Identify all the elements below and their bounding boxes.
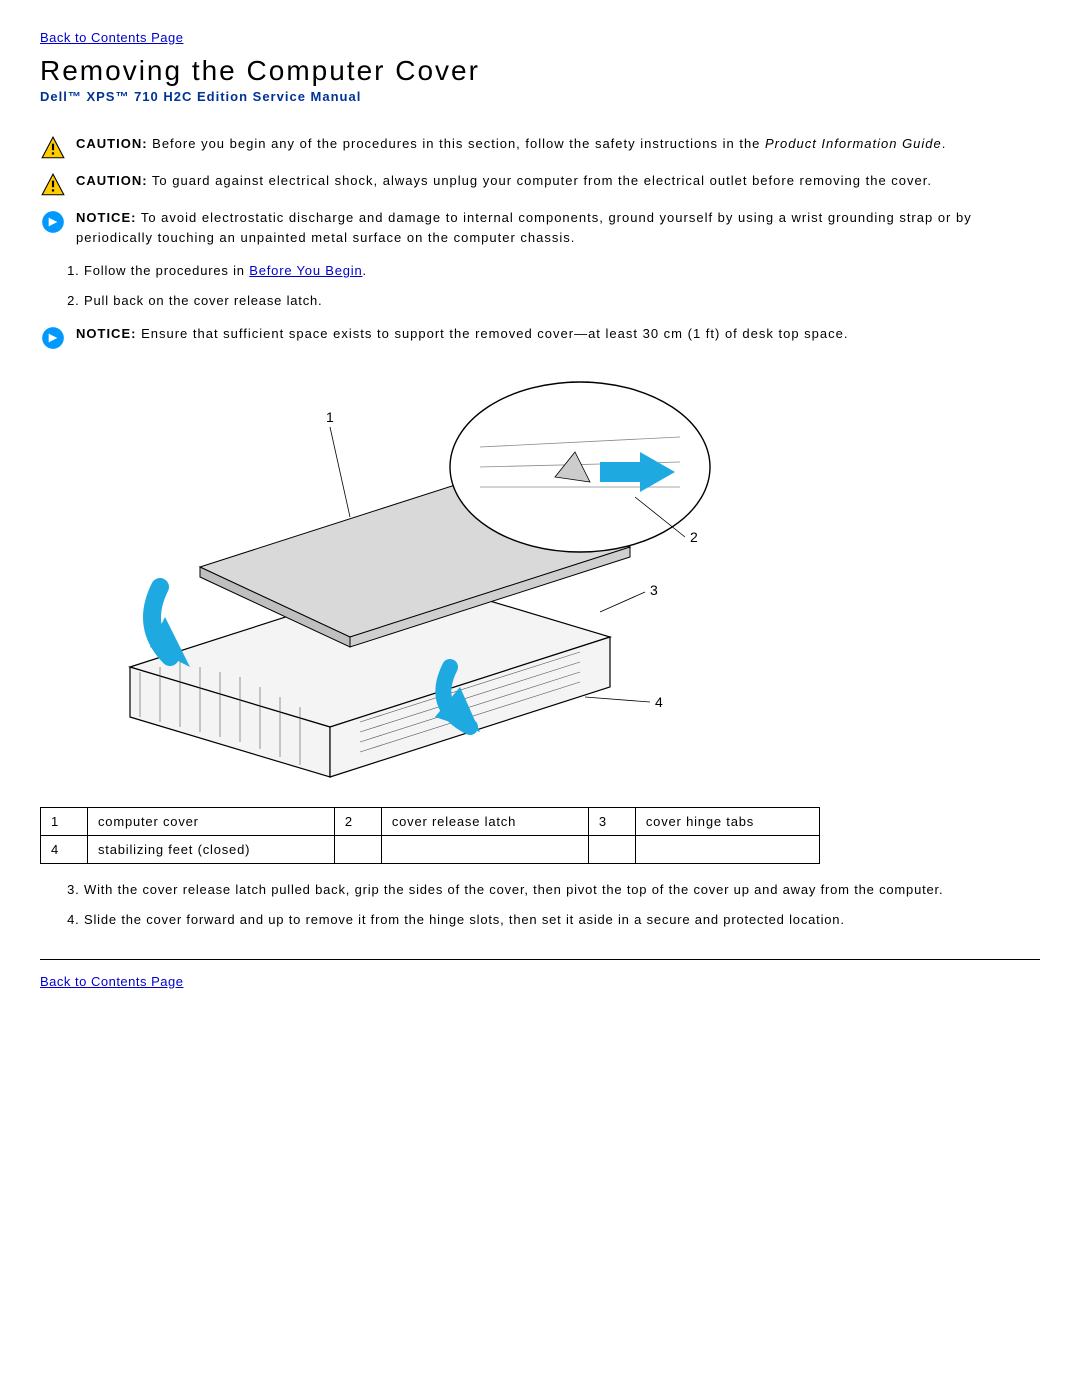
before-you-begin-link[interactable]: Before You Begin bbox=[249, 263, 362, 278]
step-text-end: . bbox=[363, 263, 367, 278]
steps-list-b: With the cover release latch pulled back… bbox=[60, 880, 1040, 929]
caution-2: CAUTION: To guard against electrical sho… bbox=[40, 171, 1040, 194]
callout-num: 4 bbox=[41, 836, 88, 864]
callout-text: cover release latch bbox=[381, 808, 588, 836]
notice-label: NOTICE: bbox=[76, 210, 136, 225]
callout-empty bbox=[381, 836, 588, 864]
cover-removal-figure: 1 2 3 4 bbox=[80, 367, 720, 787]
callout-text: stabilizing feet (closed) bbox=[88, 836, 335, 864]
callout-empty bbox=[635, 836, 819, 864]
caution-text: To guard against electrical shock, alway… bbox=[148, 173, 932, 188]
callout-table: 1 computer cover 2 cover release latch 3… bbox=[40, 807, 820, 864]
notice-1: NOTICE: To avoid electrostatic discharge… bbox=[40, 208, 1040, 247]
callout-text: computer cover bbox=[88, 808, 335, 836]
figure-label-2: 2 bbox=[690, 529, 698, 545]
page-title: Removing the Computer Cover bbox=[40, 55, 1040, 87]
divider bbox=[40, 959, 1040, 960]
page-subtitle: Dell™ XPS™ 710 H2C Edition Service Manua… bbox=[40, 89, 1040, 104]
step-1: Follow the procedures in Before You Begi… bbox=[84, 261, 1040, 281]
callout-text: cover hinge tabs bbox=[635, 808, 819, 836]
callout-num: 3 bbox=[588, 808, 635, 836]
callout-empty bbox=[588, 836, 635, 864]
caution-icon bbox=[40, 135, 66, 157]
step-text: Follow the procedures in bbox=[84, 263, 249, 278]
caution-icon bbox=[40, 172, 66, 194]
step-2: Pull back on the cover release latch. bbox=[84, 291, 1040, 311]
figure-label-1: 1 bbox=[326, 409, 334, 425]
caution-text-end: . bbox=[942, 136, 947, 151]
product-info-guide: Product Information Guide bbox=[765, 136, 942, 151]
notice-icon bbox=[40, 209, 66, 231]
caution-1: CAUTION: Before you begin any of the pro… bbox=[40, 134, 1040, 157]
back-to-contents-top[interactable]: Back to Contents Page bbox=[40, 30, 183, 45]
notice-text: To avoid electrostatic discharge and dam… bbox=[76, 210, 972, 245]
callout-num: 1 bbox=[41, 808, 88, 836]
step-3: With the cover release latch pulled back… bbox=[84, 880, 1040, 900]
caution-text: Before you begin any of the procedures i… bbox=[148, 136, 765, 151]
callout-num: 2 bbox=[334, 808, 381, 836]
caution-label: CAUTION: bbox=[76, 136, 148, 151]
step-4: Slide the cover forward and up to remove… bbox=[84, 910, 1040, 930]
steps-list-a: Follow the procedures in Before You Begi… bbox=[60, 261, 1040, 310]
notice-icon bbox=[40, 325, 66, 347]
notice-2: NOTICE: Ensure that sufficient space exi… bbox=[40, 324, 1040, 347]
figure-label-3: 3 bbox=[650, 582, 658, 598]
back-to-contents-bottom[interactable]: Back to Contents Page bbox=[40, 974, 183, 989]
caution-label: CAUTION: bbox=[76, 173, 148, 188]
table-row: 1 computer cover 2 cover release latch 3… bbox=[41, 808, 820, 836]
table-row: 4 stabilizing feet (closed) bbox=[41, 836, 820, 864]
callout-empty bbox=[334, 836, 381, 864]
notice-label: NOTICE: bbox=[76, 326, 136, 341]
figure-label-4: 4 bbox=[655, 694, 663, 710]
notice-text: Ensure that sufficient space exists to s… bbox=[136, 326, 848, 341]
